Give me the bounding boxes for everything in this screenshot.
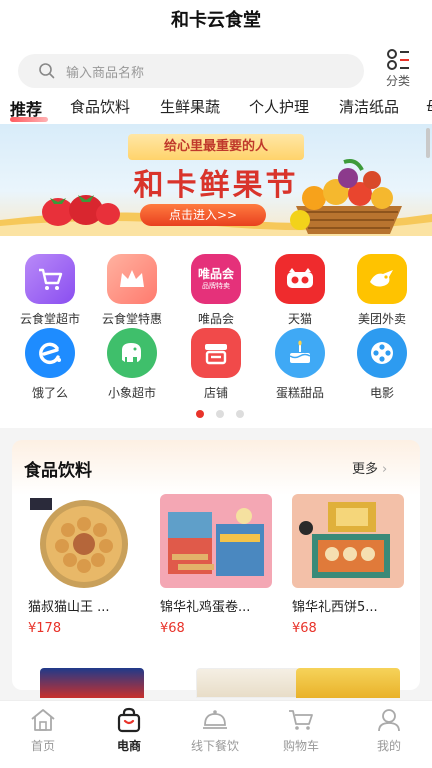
shortcut-cloud-canteen-deals[interactable]: 云食堂特惠 — [92, 254, 172, 327]
fruit-basket-image — [290, 159, 402, 234]
search-placeholder: 输入商品名称 — [66, 65, 145, 81]
app-screen: 和卡云食堂 输入商品名称 分类 推荐 食品饮料 生鲜果蔬 个人护理 清洁纸品 母 — [0, 0, 432, 768]
cart-icon — [289, 710, 313, 730]
meituan-icon — [357, 254, 407, 304]
user-icon — [378, 709, 400, 732]
product-price: ¥68 — [160, 621, 185, 636]
film-icon — [357, 328, 407, 378]
shortcut-label: 店铺 — [203, 386, 228, 400]
shortcut-meituan[interactable]: 美团外卖 — [342, 254, 422, 327]
carousel-dot-2[interactable] — [216, 410, 224, 418]
carousel-dot-1[interactable] — [196, 410, 204, 418]
store-icon — [191, 328, 241, 378]
shortcut-label: 美团外卖 — [357, 312, 406, 326]
shortcut-label: 电影 — [369, 386, 394, 400]
banner-scrollbar — [426, 128, 430, 158]
nav-profile[interactable]: 我的 — [346, 707, 432, 754]
nav-label: 线下餐饮 — [190, 739, 239, 753]
category-icon — [387, 49, 409, 70]
shortcut-eleme[interactable]: 饿了么 — [10, 328, 90, 401]
shortcut-label: 小象超市 — [107, 386, 156, 400]
product-name: 锦华礼鸡蛋卷... — [160, 600, 251, 615]
product-name: 猫叔猫山王 ... — [28, 600, 110, 615]
category-button[interactable]: 分类 — [376, 46, 420, 90]
category-tabs: 推荐 食品饮料 生鲜果蔬 个人护理 清洁纸品 母 — [0, 92, 432, 124]
shortcut-xiaoxiang-market[interactable]: 小象超市 — [92, 328, 172, 401]
tab-food-drinks[interactable]: 食品饮料 — [70, 96, 130, 117]
shortcut-label: 云食堂超市 — [19, 312, 80, 326]
nav-label: 电商 — [116, 739, 141, 753]
crown-icon — [107, 254, 157, 304]
product-price: ¥178 — [28, 621, 62, 636]
more-link[interactable]: 更多 › — [352, 458, 387, 477]
shortcut-vipshop[interactable]: 唯品会 品牌特卖 唯品会 — [176, 254, 256, 327]
nav-home[interactable]: 首页 — [0, 707, 86, 754]
product-price: ¥68 — [292, 621, 317, 636]
shortcut-label: 天猫 — [287, 312, 312, 326]
product-card[interactable]: 猫叔猫山王 ... ¥178 — [28, 494, 140, 636]
elephant-icon — [107, 328, 157, 378]
carousel-pagination — [196, 410, 256, 420]
banner-ribbon: 给心里最重要的人 — [128, 134, 304, 160]
nav-offline-dining[interactable]: 线下餐饮 — [172, 707, 258, 754]
product-name: 锦华礼西饼5... — [292, 600, 378, 615]
vip-icon-text: 唯品会 — [197, 267, 234, 281]
product-image-cookie-tin — [28, 494, 140, 588]
nav-label: 购物车 — [282, 739, 319, 753]
tab-fresh-produce[interactable]: 生鲜果蔬 — [160, 96, 220, 117]
dish-cover-icon — [203, 710, 227, 729]
search-bar[interactable]: 输入商品名称 — [18, 54, 364, 88]
vip-icon-subtext: 品牌特卖 — [202, 282, 230, 290]
tmall-icon — [275, 254, 325, 304]
nav-label: 我的 — [376, 739, 401, 753]
carousel-dot-3[interactable] — [236, 410, 244, 418]
product-image-western-cookie-tin — [292, 494, 404, 588]
tab-recommend[interactable]: 推荐 — [10, 96, 42, 120]
product-image-partial — [296, 668, 400, 698]
shortcut-tmall[interactable]: 天猫 — [260, 254, 340, 327]
shortcut-label: 蛋糕甜品 — [275, 386, 324, 400]
product-image-partial — [196, 668, 300, 698]
product-image-partial — [40, 668, 144, 698]
nav-ecommerce[interactable]: 电商 — [86, 707, 172, 754]
nav-cart[interactable]: 购物车 — [258, 707, 344, 754]
chevron-right-icon: › — [382, 462, 388, 477]
cake-icon — [275, 328, 325, 378]
tab-personal-care[interactable]: 个人护理 — [249, 96, 309, 117]
category-label: 分类 — [385, 74, 410, 88]
shortcut-label: 饿了么 — [31, 386, 68, 400]
tab-mother-baby[interactable]: 母 — [426, 96, 432, 117]
product-card[interactable]: 锦华礼鸡蛋卷... ¥68 — [160, 494, 272, 636]
product-card[interactable]: 锦华礼西饼5... ¥68 — [292, 494, 404, 636]
section-title: 食品饮料 — [24, 461, 92, 481]
eleme-icon — [25, 328, 75, 378]
tab-cleaning-paper[interactable]: 清洁纸品 — [339, 96, 399, 117]
shortcut-cake-desserts[interactable]: 蛋糕甜品 — [260, 328, 340, 401]
bottom-navigation: 首页 电商 线下餐饮 购物车 我的 — [0, 700, 432, 768]
nav-label: 首页 — [30, 739, 55, 753]
home-icon — [31, 709, 55, 731]
shortcut-label: 云食堂特惠 — [101, 312, 162, 326]
shortcut-store[interactable]: 店铺 — [176, 328, 256, 401]
shortcut-cloud-canteen-market[interactable]: 云食堂超市 — [10, 254, 90, 327]
app-title: 和卡云食堂 — [171, 10, 261, 31]
promo-banner[interactable]: 给心里最重要的人 和卡鲜果节 点击进入>> — [0, 124, 432, 236]
search-icon — [39, 63, 55, 79]
cart-icon — [25, 254, 75, 304]
product-image-egg-roll-tin — [160, 494, 272, 588]
banner-enter-button[interactable]: 点击进入>> — [140, 204, 266, 226]
more-label: 更多 — [352, 462, 379, 477]
shortcut-label: 唯品会 — [197, 312, 234, 326]
shopping-bag-icon — [117, 707, 141, 733]
vip-icon: 唯品会 品牌特卖 — [191, 254, 241, 304]
shortcut-movie[interactable]: 电影 — [342, 328, 422, 401]
